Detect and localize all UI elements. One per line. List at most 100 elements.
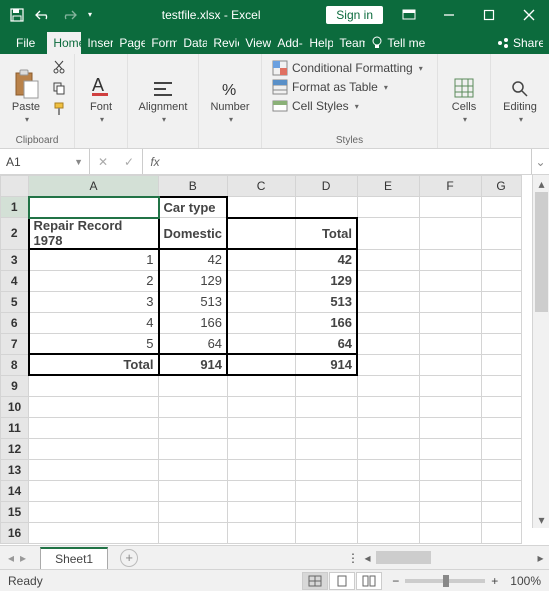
cell[interactable] xyxy=(481,197,521,218)
cell-A5[interactable]: 3 xyxy=(29,291,159,312)
select-all-corner[interactable] xyxy=(1,176,29,197)
cell[interactable] xyxy=(419,522,481,543)
new-sheet-button[interactable]: + xyxy=(120,549,138,567)
cell[interactable] xyxy=(357,333,419,354)
tab-review[interactable]: Review xyxy=(207,32,239,54)
zoom-in-button[interactable]: + xyxy=(491,574,498,588)
row-header[interactable]: 12 xyxy=(1,438,29,459)
alignment-button[interactable]: Alignment▾ xyxy=(134,58,192,124)
cell-B8[interactable]: 914 xyxy=(159,354,228,375)
row-header[interactable]: 13 xyxy=(1,459,29,480)
cell[interactable] xyxy=(159,480,228,501)
cell[interactable] xyxy=(419,249,481,270)
cell[interactable] xyxy=(419,375,481,396)
cell[interactable] xyxy=(419,459,481,480)
cell-B4[interactable]: 129 xyxy=(159,270,228,291)
cut-button[interactable] xyxy=(50,58,68,76)
share-button[interactable]: Share xyxy=(491,32,549,54)
enter-formula-button[interactable]: ✓ xyxy=(116,155,142,169)
cell[interactable] xyxy=(481,501,521,522)
cell-A6[interactable]: 4 xyxy=(29,312,159,333)
cell[interactable] xyxy=(29,438,159,459)
col-header-G[interactable]: G xyxy=(481,176,521,197)
cell[interactable] xyxy=(419,218,481,250)
format-as-table-button[interactable]: Format as Table▾ xyxy=(272,79,427,95)
col-header-E[interactable]: E xyxy=(357,176,419,197)
row-header[interactable]: 11 xyxy=(1,417,29,438)
qat-customize-button[interactable]: ▾ xyxy=(84,4,96,26)
cell[interactable] xyxy=(419,480,481,501)
zoom-out-button[interactable]: − xyxy=(392,574,399,588)
cell[interactable] xyxy=(357,291,419,312)
cell-A7[interactable]: 5 xyxy=(29,333,159,354)
cell-B5[interactable]: 513 xyxy=(159,291,228,312)
cell[interactable] xyxy=(295,197,357,218)
cancel-formula-button[interactable]: ✕ xyxy=(90,155,116,169)
cell[interactable] xyxy=(227,480,295,501)
tab-help[interactable]: Help xyxy=(303,32,333,54)
cells-button[interactable]: Cells▾ xyxy=(444,58,484,124)
cell[interactable] xyxy=(295,522,357,543)
tab-data[interactable]: Data xyxy=(177,32,207,54)
row-header[interactable]: 15 xyxy=(1,501,29,522)
cell-styles-button[interactable]: Cell Styles▾ xyxy=(272,98,427,114)
cell-C4[interactable] xyxy=(227,270,295,291)
cell-A1[interactable] xyxy=(29,197,159,218)
ribbon-options-button[interactable] xyxy=(389,0,429,29)
scroll-up-button[interactable]: ▴ xyxy=(533,175,549,192)
expand-formula-bar-button[interactable]: ⌄ xyxy=(531,149,549,174)
cell[interactable] xyxy=(29,480,159,501)
cell[interactable] xyxy=(481,480,521,501)
cell[interactable] xyxy=(481,312,521,333)
cell[interactable] xyxy=(481,354,521,375)
cell-B3[interactable]: 42 xyxy=(159,249,228,270)
save-button[interactable] xyxy=(6,4,28,26)
conditional-formatting-button[interactable]: Conditional Formatting▾ xyxy=(272,60,427,76)
view-page-break-button[interactable] xyxy=(356,572,382,590)
cell-A3[interactable]: 1 xyxy=(29,249,159,270)
cell[interactable] xyxy=(159,396,228,417)
zoom-slider[interactable] xyxy=(405,579,485,583)
cell[interactable] xyxy=(29,501,159,522)
cell-D5[interactable]: 513 xyxy=(295,291,357,312)
cell[interactable] xyxy=(357,501,419,522)
cell[interactable] xyxy=(29,396,159,417)
vertical-scrollbar[interactable]: ▴ ▾ xyxy=(532,175,549,528)
cell-D6[interactable]: 166 xyxy=(295,312,357,333)
cell[interactable] xyxy=(419,312,481,333)
cell-D8[interactable]: 914 xyxy=(295,354,357,375)
formula-input[interactable] xyxy=(167,149,531,174)
cell-C3[interactable] xyxy=(227,249,295,270)
cell-C2[interactable] xyxy=(227,218,295,250)
cell[interactable] xyxy=(357,375,419,396)
col-header-B[interactable]: B xyxy=(159,176,228,197)
cell-A2[interactable]: Repair Record 1978 xyxy=(29,218,159,250)
paste-button[interactable]: Paste ▾ xyxy=(6,58,46,124)
cell[interactable] xyxy=(357,522,419,543)
maximize-button[interactable] xyxy=(469,0,509,29)
cell[interactable] xyxy=(295,396,357,417)
cell[interactable] xyxy=(357,249,419,270)
row-header[interactable]: 10 xyxy=(1,396,29,417)
number-button[interactable]: % Number▾ xyxy=(205,58,255,124)
font-button[interactable]: A Font▾ xyxy=(81,58,121,124)
col-header-F[interactable]: F xyxy=(419,176,481,197)
sheet-nav-prev[interactable]: ◂ xyxy=(6,551,16,565)
tab-formulas[interactable]: Form xyxy=(145,32,177,54)
cell[interactable] xyxy=(357,396,419,417)
cell[interactable] xyxy=(295,480,357,501)
undo-button[interactable] xyxy=(32,4,54,26)
fx-label[interactable]: fx xyxy=(143,149,167,174)
cell[interactable] xyxy=(419,438,481,459)
cell-C5[interactable] xyxy=(227,291,295,312)
cell[interactable] xyxy=(419,354,481,375)
scroll-right-button[interactable]: ▸ xyxy=(532,549,549,566)
cell[interactable] xyxy=(357,417,419,438)
cell[interactable] xyxy=(29,459,159,480)
cell[interactable] xyxy=(419,333,481,354)
cell-B7[interactable]: 64 xyxy=(159,333,228,354)
row-header[interactable]: 16 xyxy=(1,522,29,543)
row-header[interactable]: 2 xyxy=(1,218,29,250)
tab-page-layout[interactable]: Page xyxy=(113,32,145,54)
col-header-D[interactable]: D xyxy=(295,176,357,197)
